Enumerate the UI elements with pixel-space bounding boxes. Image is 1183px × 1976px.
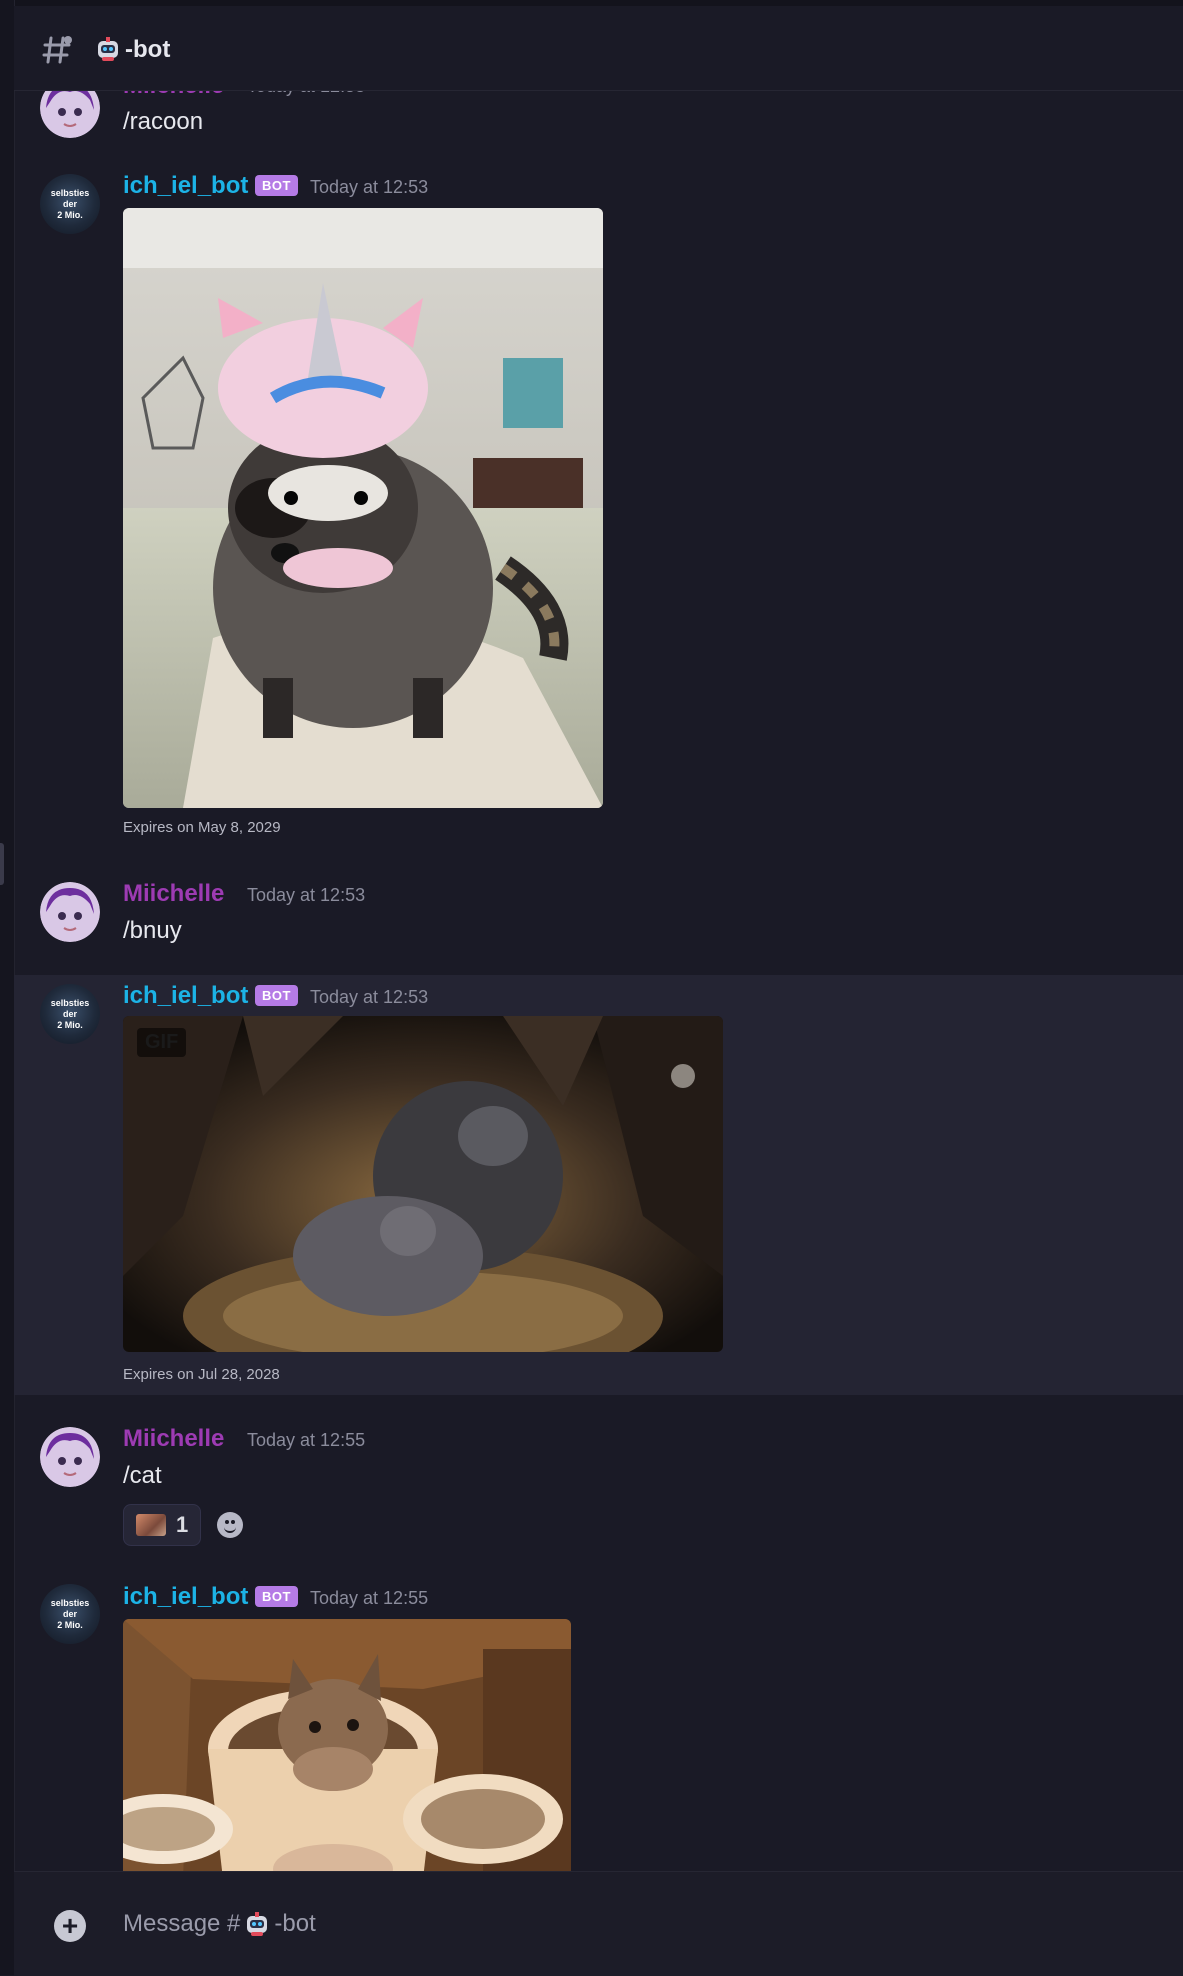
message: Miichelle Today at 12:55 /cat 1 — [14, 1415, 1183, 1560]
gif-label: GIF — [137, 1028, 187, 1057]
robot-icon — [95, 36, 121, 62]
bot-badge: BOT — [255, 1586, 298, 1607]
timestamp: Today at 12:55 — [310, 1588, 429, 1608]
raccoon-image[interactable] — [123, 208, 603, 808]
avatar-text-line: selbsties — [50, 187, 90, 198]
avatar-text-line: 2 Mio. — [57, 1619, 83, 1630]
message: selbsties der 2 Mio. ich_iel_bot BOT Tod… — [14, 1575, 1183, 1871]
message-list[interactable]: Miichelle Today at 12:53 /racoon selbsti… — [14, 0, 1183, 1871]
bot-avatar[interactable]: selbsties der 2 Mio. — [40, 1584, 100, 1644]
user-avatar[interactable] — [40, 1427, 100, 1487]
add-reaction-icon[interactable] — [217, 1512, 243, 1538]
expires-note: Expires on Jul 28, 2028 — [123, 1366, 280, 1383]
message: selbsties der 2 Mio. ich_iel_bot BOT Tod… — [14, 975, 1183, 1395]
message-text: /bnuy — [123, 917, 182, 944]
bot-avatar[interactable]: selbsties der 2 Mio. — [40, 174, 100, 234]
username[interactable]: ich_iel_bot — [123, 982, 248, 1010]
rail-indicator — [0, 843, 4, 885]
placeholder-prefix: Message # — [123, 1910, 241, 1937]
username[interactable]: ich_iel_bot — [123, 1583, 248, 1611]
bot-avatar[interactable]: selbsties der 2 Mio. — [40, 984, 100, 1044]
channel-name: -bot — [125, 36, 171, 63]
bot-badge: BOT — [255, 985, 298, 1006]
bunny-gif[interactable]: GIF — [123, 1016, 723, 1352]
timestamp: Today at 12:53 — [310, 177, 429, 197]
message: Miichelle Today at 12:53 /bnuy — [14, 870, 1183, 970]
kitten-image[interactable] — [123, 1619, 571, 1871]
channel-header: -bot — [14, 6, 1183, 91]
kitten-reaction-icon — [136, 1514, 166, 1536]
username[interactable]: Miichelle — [123, 1425, 224, 1453]
threads-hash-icon[interactable] — [42, 34, 74, 66]
avatar-text-line: selbsties — [50, 997, 90, 1008]
expires-note: Expires on May 8, 2029 — [123, 819, 281, 836]
message-composer: + Message # -bot — [14, 1871, 1183, 1976]
message-text: /racoon — [123, 108, 204, 135]
attach-plus-icon[interactable]: + — [54, 1910, 86, 1942]
message-text: /cat — [123, 1462, 162, 1489]
timestamp: Today at 12:55 — [247, 1430, 366, 1450]
reaction-count: 1 — [176, 1512, 189, 1537]
server-rail — [0, 0, 15, 1975]
username[interactable]: Miichelle — [123, 880, 224, 908]
bot-badge: BOT — [255, 175, 298, 196]
timestamp: Today at 12:53 — [310, 987, 429, 1007]
reaction-button[interactable]: 1 — [123, 1504, 201, 1546]
avatar-text-line: 2 Mio. — [57, 1019, 83, 1030]
user-avatar[interactable] — [40, 882, 100, 942]
avatar-text-line: der — [62, 1608, 77, 1619]
avatar-text-line: der — [62, 198, 77, 209]
avatar-text-line: selbsties — [50, 1597, 90, 1608]
timestamp: Today at 12:53 — [247, 885, 366, 905]
avatar-text-line: 2 Mio. — [57, 209, 83, 220]
robot-icon — [244, 1911, 270, 1937]
message-input[interactable]: Message # -bot — [123, 1910, 316, 1938]
username[interactable]: ich_iel_bot — [123, 172, 248, 200]
message: selbsties der 2 Mio. ich_iel_bot BOT Tod… — [14, 160, 1183, 850]
placeholder-suffix: -bot — [274, 1910, 316, 1937]
avatar-text-line: der — [62, 1008, 77, 1019]
